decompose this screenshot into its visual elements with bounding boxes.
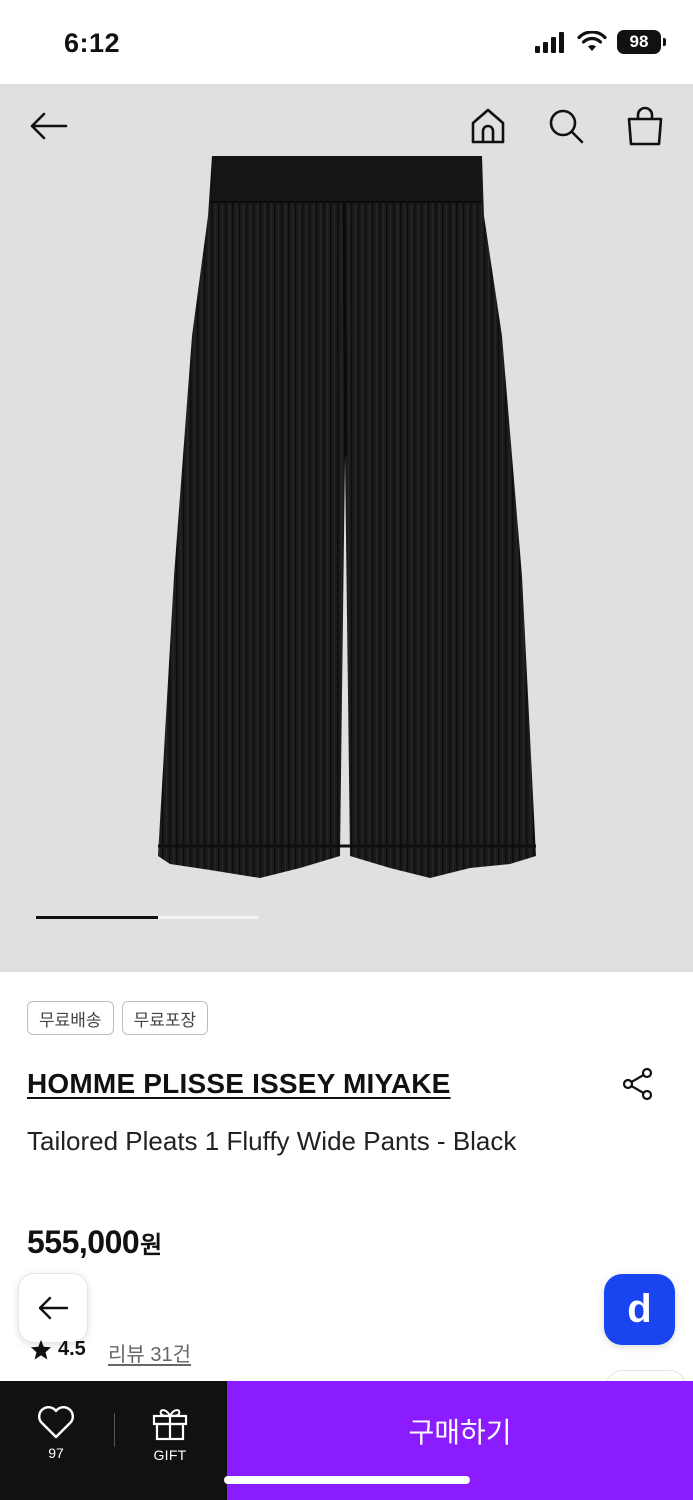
product-name: Tailored Pleats 1 Fluffy Wide Pants - Bl… [27, 1126, 517, 1156]
cellular-signal-icon [535, 32, 564, 53]
share-button[interactable] [618, 1064, 658, 1104]
rating: 4.5 [30, 1338, 86, 1361]
badge-free-shipping: 무료배송 [27, 1001, 114, 1035]
price-value: 555,000 [27, 1224, 140, 1260]
rating-value: 4.5 [58, 1338, 86, 1360]
divider [114, 1413, 115, 1447]
search-button[interactable] [544, 104, 588, 148]
product-photo [158, 156, 536, 878]
star-icon [30, 1339, 52, 1360]
status-bar: 6:12 98 [0, 0, 693, 84]
cart-button[interactable] [623, 104, 667, 148]
home-icon [471, 108, 505, 144]
benefit-badges: 무료배송 무료포장 [27, 1001, 209, 1035]
product-price: 555,000 원 [27, 1224, 162, 1261]
share-icon [622, 1067, 653, 1101]
floating-d-button[interactable]: d [604, 1274, 675, 1345]
gift-label: GIFT [153, 1447, 187, 1463]
heart-icon [38, 1406, 74, 1439]
status-icons: 98 [535, 30, 666, 54]
back-arrow-icon [38, 1296, 69, 1320]
back-arrow-icon [30, 112, 68, 140]
status-time: 6:12 [64, 28, 121, 58]
badge-free-wrapping: 무료포장 [121, 1001, 209, 1035]
carousel-progress [36, 916, 258, 919]
search-icon [549, 109, 584, 144]
like-button[interactable]: 97 [20, 1381, 92, 1500]
battery-indicator: 98 [617, 30, 666, 54]
price-unit: 원 [140, 1232, 163, 1259]
back-button[interactable] [26, 104, 70, 148]
gift-icon [152, 1409, 188, 1441]
shopping-bag-icon [627, 106, 663, 146]
wifi-icon [577, 31, 607, 51]
gift-button[interactable]: GIFT [134, 1381, 206, 1500]
home-button[interactable] [466, 104, 510, 148]
review-link[interactable]: 리뷰 31건 [108, 1338, 191, 1367]
product-image-carousel[interactable] [0, 84, 693, 972]
brand-link[interactable]: HOMME PLISSE ISSEY MIYAKE [27, 1068, 451, 1100]
like-count: 97 [48, 1445, 64, 1461]
floating-back-button[interactable] [18, 1273, 88, 1343]
home-indicator [224, 1476, 470, 1484]
carousel-progress-fill [36, 916, 159, 919]
